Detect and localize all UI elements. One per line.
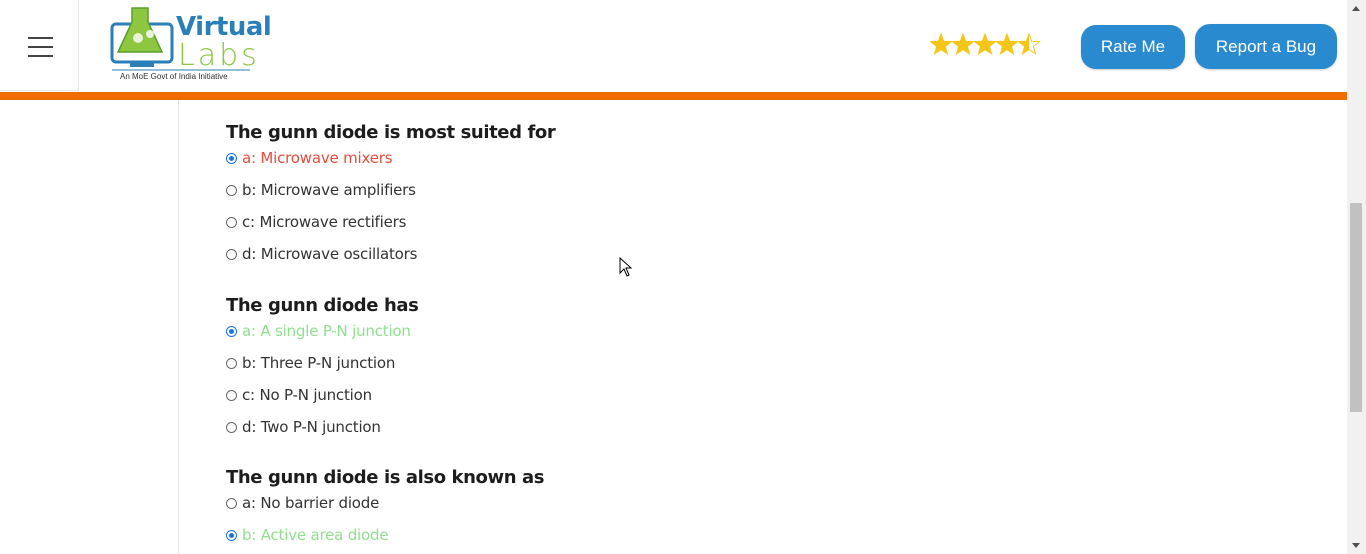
content-divider [178, 100, 179, 554]
question-3-option-a[interactable]: a: No barrier diode [226, 493, 379, 513]
question-1-title: The gunn diode is most suited for [226, 122, 556, 143]
question-2-title: The gunn diode has [226, 295, 419, 316]
question-3-option-b[interactable]: b: Active area diode [226, 525, 389, 545]
logo-title-labs: Labs [178, 38, 260, 73]
header-accent-bar [0, 92, 1347, 100]
rate-me-button[interactable]: Rate Me [1081, 25, 1185, 69]
scroll-up-arrow-icon[interactable] [1352, 6, 1360, 11]
menu-container [0, 0, 79, 91]
question-2-option-a[interactable]: a: A single P-N junction [226, 321, 411, 341]
option-label: c: No P-N junction [242, 386, 372, 404]
hamburger-menu-icon[interactable] [28, 37, 53, 57]
radio-button[interactable] [226, 216, 237, 228]
option-label: b: Microwave amplifiers [242, 181, 416, 199]
option-label: d: Microwave oscillators [242, 245, 418, 263]
rating-star-icon[interactable] [951, 32, 975, 56]
question-2-option-c[interactable]: c: No P-N junction [226, 385, 372, 405]
radio-button[interactable] [226, 357, 237, 369]
scroll-down-arrow-icon[interactable] [1352, 543, 1360, 548]
option-label: a: A single P-N junction [242, 322, 411, 340]
question-2-option-b[interactable]: b: Three P-N junction [226, 353, 395, 373]
question-3-title: The gunn diode is also known as [226, 467, 545, 488]
logo-subtitle: An MoE Govt of India Initiative [120, 72, 228, 81]
radio-button[interactable] [226, 529, 237, 541]
option-label: b: Three P-N junction [242, 354, 396, 372]
scrollbar-thumb[interactable] [1350, 203, 1362, 412]
question-1-option-a[interactable]: a: Microwave mixers [226, 148, 393, 168]
option-label: a: No barrier diode [242, 494, 380, 512]
rating-star-icon[interactable] [973, 32, 997, 56]
radio-button[interactable] [226, 497, 237, 509]
rating-star-icon[interactable] [1017, 32, 1041, 56]
radio-button[interactable] [226, 389, 237, 401]
rating-stars[interactable] [930, 32, 1042, 58]
option-label: d: Two P-N junction [242, 418, 381, 436]
radio-button[interactable] [226, 184, 237, 196]
option-label: a: Microwave mixers [242, 149, 393, 167]
radio-button[interactable] [226, 421, 237, 433]
vertical-scrollbar[interactable] [1347, 0, 1366, 554]
option-label: c: Microwave rectifiers [242, 213, 407, 231]
question-2-option-d[interactable]: d: Two P-N junction [226, 417, 381, 437]
rating-star-icon[interactable] [995, 32, 1019, 56]
mouse-cursor-icon [619, 257, 633, 277]
rating-star-icon[interactable] [930, 32, 953, 56]
radio-button[interactable] [226, 325, 237, 337]
radio-button[interactable] [226, 152, 237, 164]
radio-button[interactable] [226, 248, 237, 260]
question-1-option-c[interactable]: c: Microwave rectifiers [226, 212, 406, 232]
option-label: b: Active area diode [242, 526, 389, 544]
report-bug-button[interactable]: Report a Bug [1195, 24, 1337, 69]
question-1-option-d[interactable]: d: Microwave oscillators [226, 244, 417, 264]
question-1-option-b[interactable]: b: Microwave amplifiers [226, 180, 416, 200]
top-header: Virtual Labs An MoE Govt of India Initia… [0, 0, 1347, 92]
